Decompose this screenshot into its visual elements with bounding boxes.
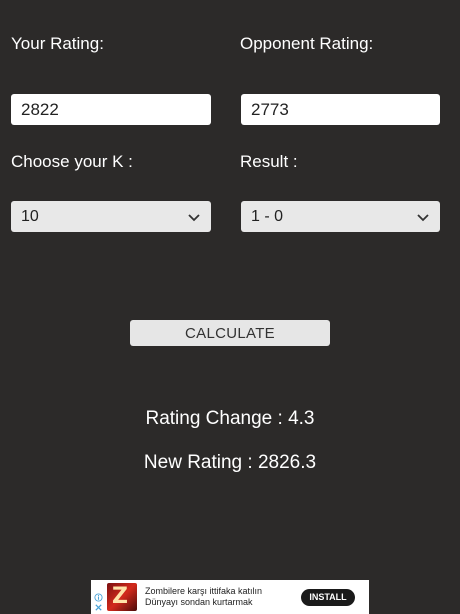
your-rating-input[interactable]: 2822: [11, 94, 211, 125]
ad-close-icon[interactable]: [94, 603, 103, 612]
opponent-rating-value: 2773: [251, 99, 289, 119]
chevron-down-icon: [417, 213, 429, 221]
ad-install-button[interactable]: INSTALL: [301, 588, 355, 606]
ad-text: Zombilere karşı ittifaka katılın Dünyayı…: [145, 586, 295, 608]
ad-info-icon[interactable]: [93, 593, 103, 602]
ad-line-1: Zombilere karşı ittifaka katılın: [145, 586, 263, 596]
k-select-value: 10: [21, 207, 39, 225]
chevron-down-icon: [188, 213, 200, 221]
ad-app-logo: Z: [107, 583, 137, 611]
result-label: Result :: [240, 152, 298, 171]
opponent-rating-label: Opponent Rating:: [240, 34, 374, 53]
ad-logo-letter: Z: [112, 584, 128, 609]
ad-banner[interactable]: Z Zombilere karşı ittifaka katılın Dünya…: [91, 580, 369, 614]
new-rating-text: New Rating : 2826.3: [143, 452, 317, 473]
your-rating-value: 2822: [21, 99, 59, 119]
ad-line-2: Dünyayı sondan kurtarmak: [145, 597, 253, 607]
choose-k-label: Choose your K :: [11, 152, 133, 171]
k-select[interactable]: 10: [11, 201, 211, 232]
result-select[interactable]: 1 - 0: [241, 201, 440, 232]
opponent-rating-input[interactable]: 2773: [241, 94, 440, 125]
calculate-button[interactable]: CALCULATE: [130, 320, 330, 346]
ad-choices[interactable]: [91, 580, 105, 614]
your-rating-label: Your Rating:: [11, 34, 104, 53]
result-select-value: 1 - 0: [251, 207, 284, 225]
rating-change-text: Rating Change : 4.3: [145, 408, 315, 429]
